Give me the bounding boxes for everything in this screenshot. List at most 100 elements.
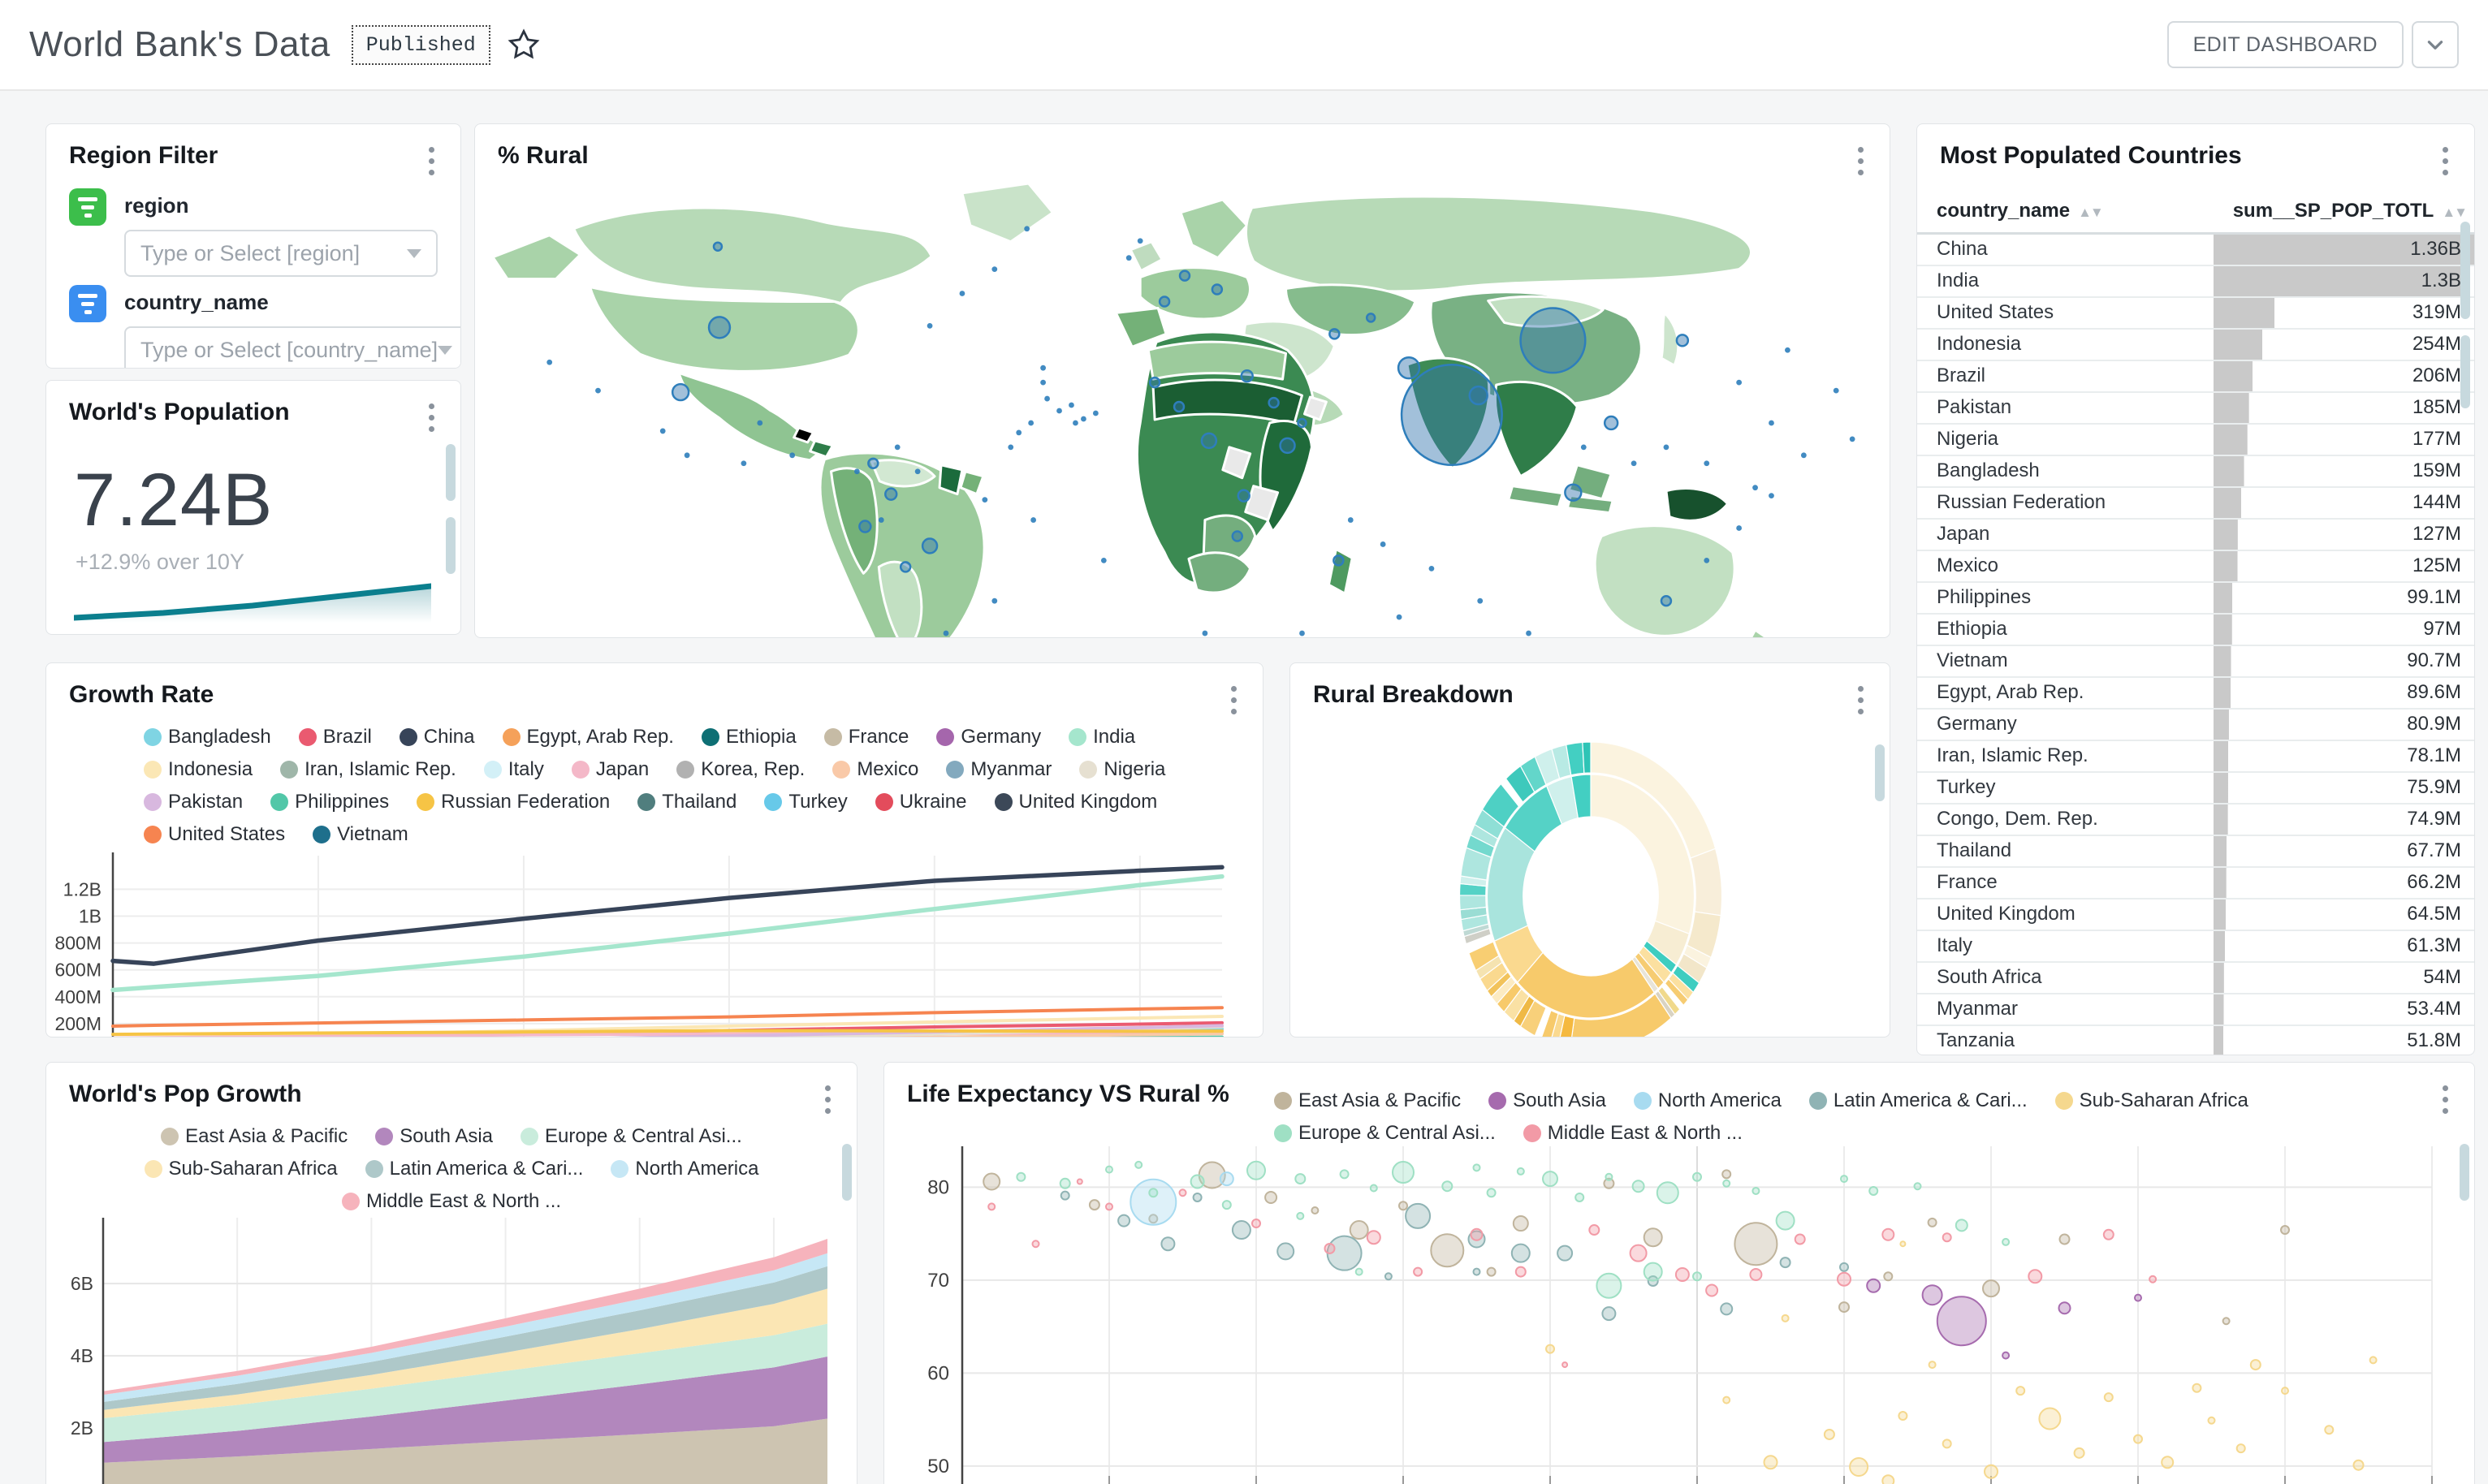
- legend-item[interactable]: Germany: [936, 726, 1041, 748]
- legend-item[interactable]: Latin America & Cari...: [365, 1158, 584, 1180]
- table-row[interactable]: Bangladesh159M: [1917, 455, 2474, 487]
- legend-item[interactable]: Sub-Saharan Africa: [2055, 1089, 2248, 1112]
- legend-item[interactable]: East Asia & Pacific: [161, 1125, 348, 1148]
- table-row[interactable]: Indonesia254M: [1917, 329, 2474, 360]
- table-row[interactable]: France66.2M: [1917, 867, 2474, 899]
- cell-population-value: 97M: [2214, 614, 2474, 645]
- legend-item[interactable]: South Asia: [1488, 1089, 1606, 1112]
- legend-item[interactable]: Italy: [484, 758, 544, 781]
- svg-text:50: 50: [927, 1456, 949, 1478]
- scrollbar[interactable]: [842, 1144, 852, 1201]
- legend-item[interactable]: Middle East & North ...: [1523, 1122, 1743, 1145]
- country-name-select[interactable]: Type or Select [country_name]: [124, 326, 461, 369]
- scrollbar[interactable]: [446, 444, 456, 501]
- scrollbar[interactable]: [1875, 744, 1885, 801]
- column-header-sum__SP_POP_TOTL[interactable]: sum__SP_POP_TOTL▲▼: [2214, 192, 2474, 234]
- published-badge[interactable]: Published: [352, 25, 490, 65]
- table-row[interactable]: Russian Federation144M: [1917, 487, 2474, 519]
- legend-item[interactable]: Latin America & Cari...: [1809, 1089, 2028, 1112]
- region-select[interactable]: Type or Select [region]: [124, 230, 438, 277]
- legend-item[interactable]: Europe & Central Asi...: [520, 1125, 742, 1148]
- legend-item[interactable]: Europe & Central Asi...: [1274, 1122, 1496, 1145]
- legend-item[interactable]: Pakistan: [144, 791, 243, 813]
- scrollbar[interactable]: [2460, 1144, 2469, 1201]
- card-menu-kebab-icon[interactable]: [1225, 681, 1243, 719]
- legend-item[interactable]: Mexico: [832, 758, 918, 781]
- legend-item[interactable]: United States: [144, 823, 285, 846]
- table-row[interactable]: Myanmar53.4M: [1917, 994, 2474, 1025]
- table-row[interactable]: United Kingdom64.5M: [1917, 899, 2474, 930]
- cell-country-name: Turkey: [1917, 772, 2214, 804]
- cell-population-value: 78.1M: [2214, 740, 2474, 772]
- table-row[interactable]: Pakistan185M: [1917, 392, 2474, 424]
- table-row[interactable]: India1.3B: [1917, 265, 2474, 297]
- legend-item[interactable]: Ethiopia: [702, 726, 797, 748]
- scrollbar[interactable]: [2460, 222, 2470, 319]
- legend-item[interactable]: China: [400, 726, 475, 748]
- card-menu-kebab-icon[interactable]: [819, 1081, 837, 1119]
- header-menu-button[interactable]: [2412, 21, 2459, 68]
- legend-item[interactable]: Turkey: [764, 791, 847, 813]
- legend-item[interactable]: Egypt, Arab Rep.: [503, 726, 674, 748]
- legend-item[interactable]: Middle East & North ...: [342, 1190, 561, 1213]
- table-row[interactable]: Thailand67.7M: [1917, 835, 2474, 867]
- table-row[interactable]: Iran, Islamic Rep.78.1M: [1917, 740, 2474, 772]
- legend-item[interactable]: Ukraine: [875, 791, 967, 813]
- scrollbar[interactable]: [446, 517, 456, 574]
- table-row[interactable]: Italy61.3M: [1917, 930, 2474, 962]
- scrollbar[interactable]: [2460, 335, 2470, 408]
- legend-item[interactable]: Thailand: [637, 791, 736, 813]
- table-row[interactable]: Philippines99.1M: [1917, 582, 2474, 614]
- card-menu-kebab-icon[interactable]: [2436, 142, 2455, 180]
- legend-item[interactable]: Bangladesh: [144, 726, 271, 748]
- legend-item[interactable]: Iran, Islamic Rep.: [280, 758, 456, 781]
- table-row[interactable]: Tanzania51.8M: [1917, 1025, 2474, 1056]
- favorite-star-icon[interactable]: [507, 28, 541, 62]
- legend-item[interactable]: Myanmar: [946, 758, 1052, 781]
- legend-label: Japan: [596, 758, 649, 781]
- legend-label: Germany: [961, 726, 1041, 748]
- column-header-country_name[interactable]: country_name▲▼: [1917, 192, 2214, 234]
- table-row[interactable]: Congo, Dem. Rep.74.9M: [1917, 804, 2474, 835]
- table-row[interactable]: Japan127M: [1917, 519, 2474, 550]
- legend-item[interactable]: India: [1069, 726, 1135, 748]
- rural-sunburst-chart[interactable]: [1290, 719, 1890, 1038]
- table-row[interactable]: Mexico125M: [1917, 550, 2474, 582]
- table-row[interactable]: South Africa54M: [1917, 962, 2474, 994]
- legend-item[interactable]: South Asia: [375, 1125, 493, 1148]
- table-row[interactable]: Ethiopia97M: [1917, 614, 2474, 645]
- legend-item[interactable]: France: [824, 726, 909, 748]
- table-row[interactable]: China1.36B: [1917, 234, 2474, 265]
- table-row[interactable]: Egypt, Arab Rep.89.6M: [1917, 677, 2474, 709]
- card-menu-kebab-icon[interactable]: [422, 399, 441, 437]
- legend-item[interactable]: Russian Federation: [417, 791, 610, 813]
- legend-item[interactable]: North America: [1634, 1089, 1782, 1112]
- card-menu-kebab-icon[interactable]: [1851, 681, 1870, 719]
- legend-item[interactable]: Vietnam: [313, 823, 408, 846]
- table-row[interactable]: Vietnam90.7M: [1917, 645, 2474, 677]
- legend-item[interactable]: Philippines: [270, 791, 389, 813]
- sort-icon[interactable]: ▲▼: [2442, 205, 2466, 220]
- legend-item[interactable]: Korea, Rep.: [676, 758, 805, 781]
- table-row[interactable]: Brazil206M: [1917, 360, 2474, 392]
- edit-dashboard-button[interactable]: EDIT DASHBOARD: [2167, 21, 2404, 68]
- card-menu-kebab-icon[interactable]: [422, 142, 441, 180]
- world-choropleth-map[interactable]: [475, 180, 1890, 638]
- legend-item[interactable]: Nigeria: [1079, 758, 1165, 781]
- table-row[interactable]: Nigeria177M: [1917, 424, 2474, 455]
- legend-item[interactable]: United Kingdom: [995, 791, 1158, 813]
- table-row[interactable]: Turkey75.9M: [1917, 772, 2474, 804]
- legend-item[interactable]: Brazil: [299, 726, 372, 748]
- legend-item[interactable]: Indonesia: [144, 758, 253, 781]
- sort-icon[interactable]: ▲▼: [2078, 205, 2102, 220]
- legend-item[interactable]: Sub-Saharan Africa: [145, 1158, 338, 1180]
- cell-country-name: Mexico: [1917, 550, 2214, 582]
- table-row[interactable]: United States319M: [1917, 297, 2474, 329]
- legend-item[interactable]: Japan: [572, 758, 649, 781]
- card-menu-kebab-icon[interactable]: [1851, 142, 1870, 180]
- worlds-population-card: World's Population 7.24B +12.9% over 10Y: [45, 380, 461, 635]
- legend-item[interactable]: East Asia & Pacific: [1274, 1089, 1461, 1112]
- legend-item[interactable]: North America: [611, 1158, 758, 1180]
- card-menu-kebab-icon[interactable]: [2436, 1081, 2455, 1119]
- table-row[interactable]: Germany80.9M: [1917, 709, 2474, 740]
